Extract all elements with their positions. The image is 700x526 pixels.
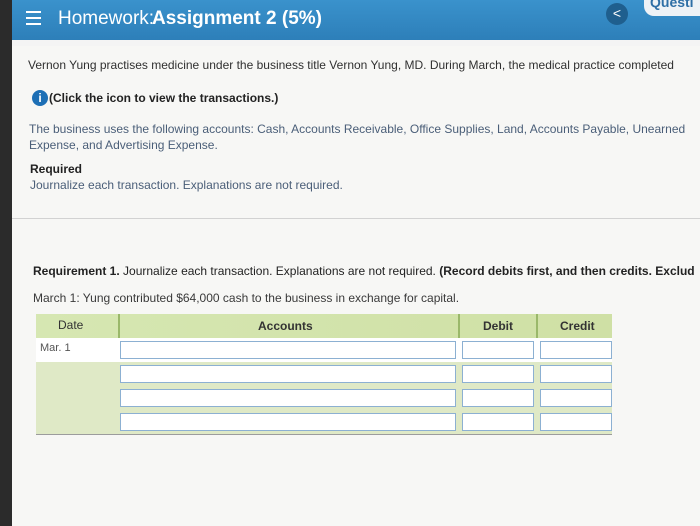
journal-table: Date Accounts Debit Credit Mar. 1 [36, 314, 612, 435]
homework-frame: Homework: Assignment 2 (5%) < Questi Ver… [12, 0, 700, 526]
transaction-text: March 1: Yung contributed $64,000 cash t… [33, 291, 460, 305]
date-cell: Mar. 1 [36, 338, 116, 362]
journal-row: Mar. 1 [36, 338, 612, 362]
required-text: Journalize each transaction. Explanation… [30, 178, 343, 192]
assignment-title: Assignment 2 (5%) [152, 8, 322, 29]
journal-header-row: Date Accounts Debit Credit [36, 314, 612, 338]
required-heading: Required [30, 162, 83, 176]
date-cell [36, 362, 116, 386]
debit-input[interactable] [462, 389, 534, 407]
header-separator [118, 314, 120, 338]
requirement-1-instructions: Requirement 1. Journalize each transacti… [33, 264, 695, 278]
section-divider [12, 218, 700, 219]
back-button[interactable]: < [606, 3, 628, 25]
info-icon[interactable]: i [32, 90, 48, 106]
accounts-list-line1: The business uses the following accounts… [29, 122, 686, 136]
header-date: Date [58, 318, 84, 332]
requirement-text: Journalize each transaction. Explanation… [119, 264, 436, 278]
journal-row [36, 386, 612, 410]
account-input[interactable] [120, 413, 456, 431]
debit-input[interactable] [462, 413, 534, 431]
problem-intro: Vernon Yung practises medicine under the… [28, 58, 674, 72]
header-debit: Debit [483, 319, 513, 333]
top-bar: Homework: Assignment 2 (5%) < Questi [12, 0, 700, 40]
header-accounts: Accounts [258, 319, 313, 333]
homework-label: Homework: [58, 8, 155, 29]
journal-row [36, 410, 612, 434]
account-input[interactable] [120, 365, 456, 383]
view-transactions-link[interactable]: (Click the icon to view the transactions… [49, 91, 278, 105]
date-cell [36, 410, 116, 434]
account-input[interactable] [120, 389, 456, 407]
journal-bottom-border [36, 434, 612, 435]
debit-input[interactable] [462, 341, 534, 359]
problem-content: Vernon Yung practises medicine under the… [12, 46, 700, 526]
menu-icon[interactable] [26, 11, 41, 25]
header-separator [536, 314, 538, 338]
debit-input[interactable] [462, 365, 534, 383]
requirement-label: Requirement 1. [33, 264, 120, 278]
credit-input[interactable] [540, 341, 612, 359]
credit-input[interactable] [540, 389, 612, 407]
credit-input[interactable] [540, 413, 612, 431]
account-input[interactable] [120, 341, 456, 359]
question-tab[interactable]: Questi [644, 0, 700, 16]
requirement-bold-text: (Record debits first, and then credits. … [435, 264, 695, 278]
journal-row [36, 362, 612, 386]
date-value: Mar. 1 [40, 342, 71, 354]
credit-input[interactable] [540, 365, 612, 383]
header-credit: Credit [560, 319, 595, 333]
header-separator [458, 314, 460, 338]
accounts-list-line2: Expense, and Advertising Expense. [29, 138, 218, 152]
date-cell [36, 386, 116, 410]
